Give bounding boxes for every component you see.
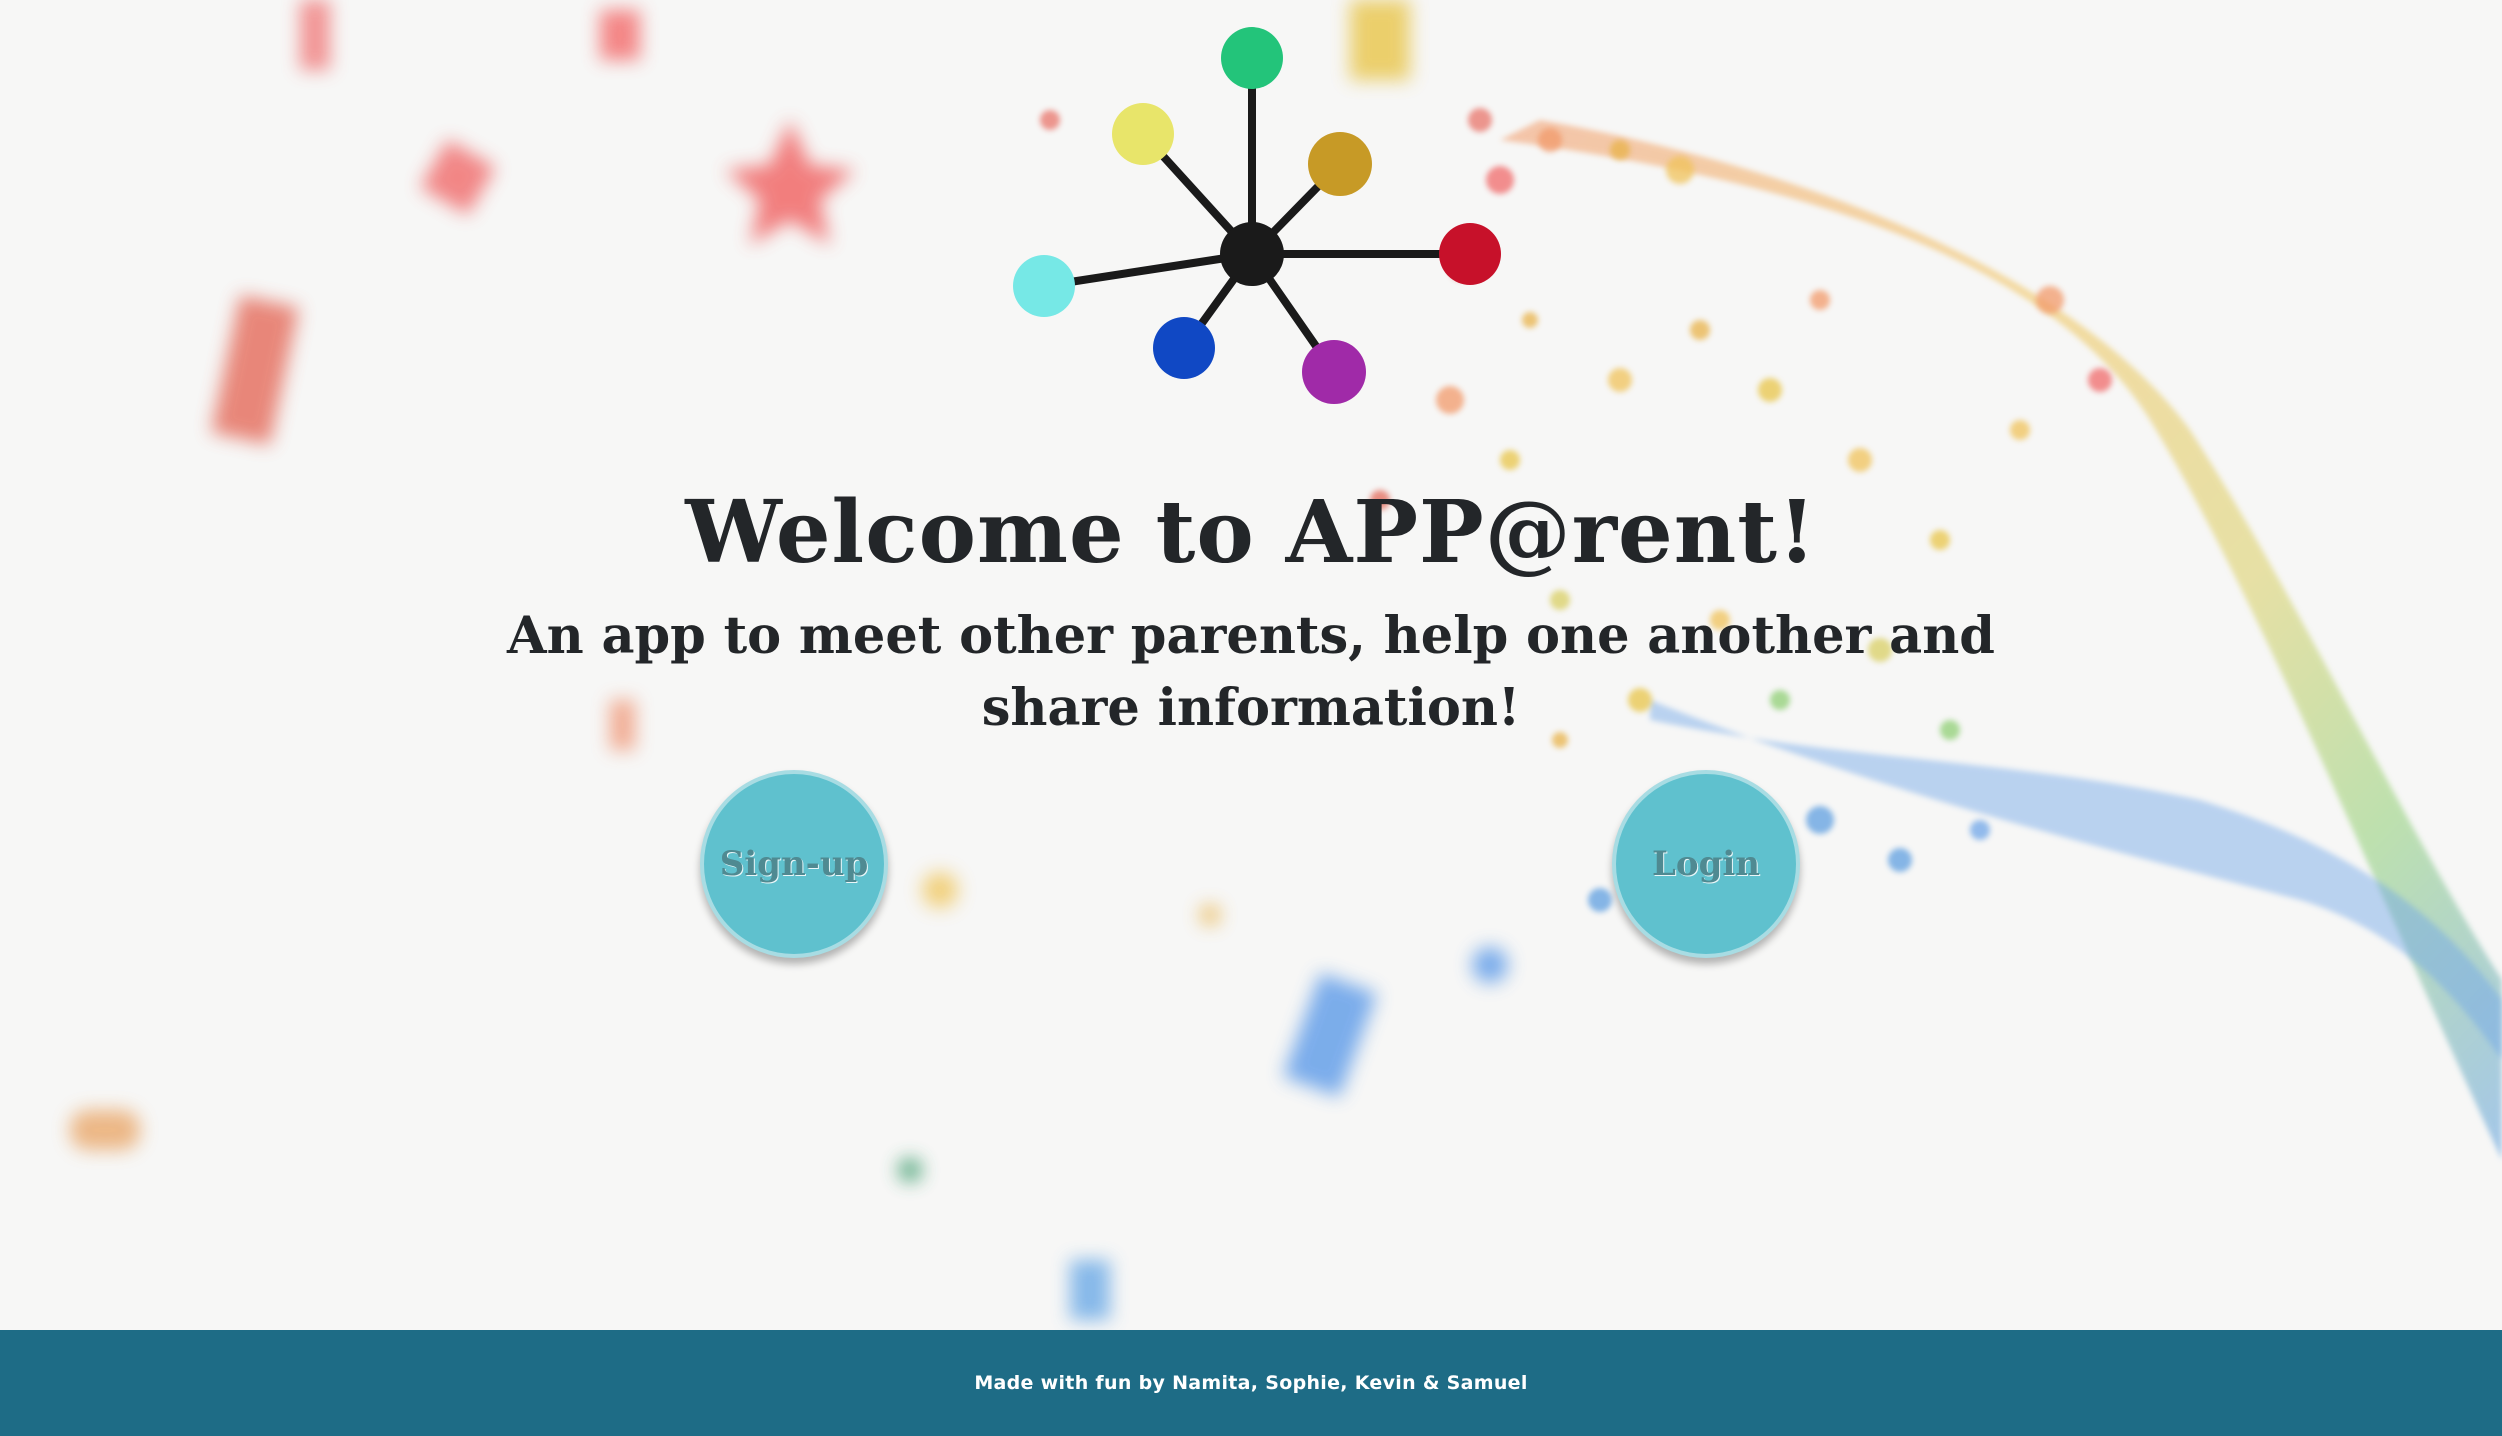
signup-button[interactable]: Sign-up — [700, 770, 888, 958]
footer-credit: Made with fun by Namita, Sophie, Kevin &… — [974, 1372, 1528, 1394]
login-button-label: Login — [1652, 844, 1760, 884]
signup-button-label: Sign-up — [719, 844, 869, 884]
logo-node-purple — [1302, 340, 1366, 404]
footer: Made with fun by Namita, Sophie, Kevin &… — [0, 1330, 2502, 1436]
logo-node-yellow — [1112, 103, 1174, 165]
logo-node-green — [1221, 27, 1283, 89]
page-title: Welcome to APP@rent! — [685, 482, 1817, 583]
logo-hub — [1220, 222, 1284, 286]
logo-node-blue — [1153, 317, 1215, 379]
app-logo — [1000, 20, 1520, 420]
logo-node-gold — [1308, 132, 1372, 196]
login-button[interactable]: Login — [1612, 770, 1800, 958]
logo-node-red — [1439, 223, 1501, 285]
logo-node-cyan — [1013, 255, 1075, 317]
page-subtitle: An app to meet other parents, help one a… — [507, 606, 1995, 738]
